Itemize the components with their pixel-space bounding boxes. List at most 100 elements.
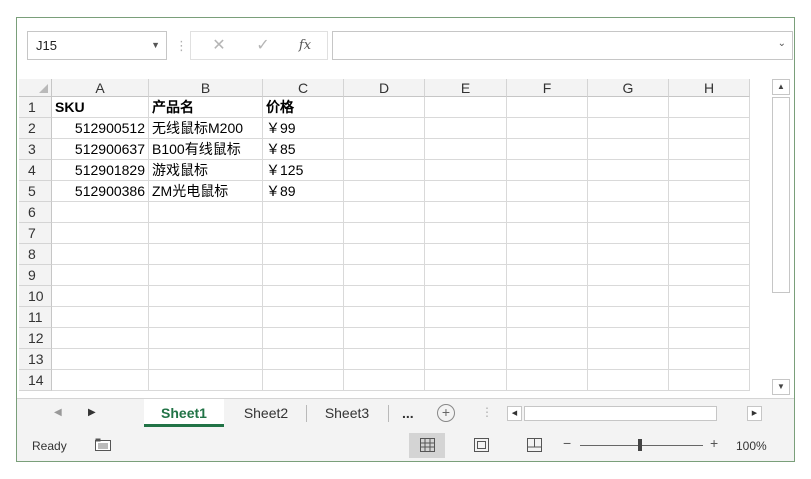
row-header[interactable]: 14 bbox=[19, 370, 52, 391]
table-cell[interactable] bbox=[507, 265, 588, 286]
scroll-right-icon[interactable]: ▶ bbox=[747, 406, 762, 421]
table-cell[interactable]: 512900512 bbox=[52, 118, 149, 139]
table-cell[interactable] bbox=[588, 328, 669, 349]
table-cell[interactable] bbox=[425, 370, 507, 391]
table-cell[interactable] bbox=[425, 139, 507, 160]
table-cell[interactable] bbox=[507, 139, 588, 160]
page-layout-view-button[interactable] bbox=[463, 433, 499, 458]
horizontal-scrollbar[interactable]: ◀ ▶ bbox=[507, 406, 762, 421]
table-cell[interactable] bbox=[507, 181, 588, 202]
select-all-corner[interactable] bbox=[19, 79, 52, 97]
scroll-down-icon[interactable]: ▼ bbox=[772, 379, 790, 395]
table-cell[interactable] bbox=[149, 286, 263, 307]
vertical-scrollbar[interactable]: ▲ ▼ bbox=[771, 79, 792, 397]
table-cell[interactable] bbox=[669, 160, 750, 181]
table-cell[interactable] bbox=[669, 328, 750, 349]
table-cell[interactable] bbox=[263, 202, 344, 223]
table-cell[interactable] bbox=[149, 223, 263, 244]
table-cell[interactable] bbox=[588, 349, 669, 370]
chevron-down-icon[interactable]: ⌄ bbox=[778, 38, 786, 49]
tab-sheet3[interactable]: Sheet3 bbox=[308, 399, 386, 427]
table-cell[interactable] bbox=[149, 307, 263, 328]
table-cell[interactable] bbox=[588, 160, 669, 181]
table-cell[interactable] bbox=[52, 307, 149, 328]
horizontal-scroll-thumb[interactable] bbox=[524, 406, 717, 421]
table-cell[interactable] bbox=[263, 223, 344, 244]
table-cell[interactable] bbox=[52, 265, 149, 286]
chevron-down-icon[interactable]: ▼ bbox=[151, 32, 160, 59]
table-cell[interactable] bbox=[588, 307, 669, 328]
table-cell[interactable] bbox=[425, 328, 507, 349]
column-header[interactable]: C bbox=[263, 79, 344, 97]
row-header[interactable]: 13 bbox=[19, 349, 52, 370]
table-cell[interactable] bbox=[507, 118, 588, 139]
table-cell[interactable]: 产品名 bbox=[149, 97, 263, 118]
table-cell[interactable] bbox=[425, 202, 507, 223]
table-cell[interactable] bbox=[669, 181, 750, 202]
table-cell[interactable] bbox=[263, 286, 344, 307]
table-cell[interactable] bbox=[263, 265, 344, 286]
table-cell[interactable]: SKU bbox=[52, 97, 149, 118]
table-cell[interactable] bbox=[425, 286, 507, 307]
row-header[interactable]: 1 bbox=[19, 97, 52, 118]
worksheet-grid[interactable]: A B C D E F G H 1 SKU 产品名 价格 2 512900512 无线鼠标M200 ￥99 3 5… bbox=[19, 79, 769, 397]
table-cell[interactable] bbox=[263, 307, 344, 328]
table-cell[interactable] bbox=[52, 286, 149, 307]
page-break-view-button[interactable] bbox=[516, 433, 552, 458]
table-cell[interactable] bbox=[425, 265, 507, 286]
name-box[interactable]: J15 ▼ bbox=[27, 31, 167, 60]
table-cell[interactable] bbox=[588, 97, 669, 118]
fx-icon[interactable]: fx bbox=[291, 34, 319, 58]
table-cell[interactable] bbox=[52, 370, 149, 391]
table-cell[interactable] bbox=[669, 307, 750, 328]
table-cell[interactable] bbox=[669, 202, 750, 223]
table-cell[interactable]: 游戏鼠标 bbox=[149, 160, 263, 181]
row-header[interactable]: 2 bbox=[19, 118, 52, 139]
table-cell[interactable] bbox=[588, 139, 669, 160]
formula-input[interactable]: ⌄ bbox=[332, 31, 793, 60]
table-cell[interactable] bbox=[507, 202, 588, 223]
check-icon[interactable]: ✓ bbox=[249, 34, 277, 58]
table-cell[interactable] bbox=[52, 202, 149, 223]
table-cell[interactable] bbox=[344, 202, 425, 223]
column-header[interactable]: H bbox=[669, 79, 750, 97]
row-header[interactable]: 4 bbox=[19, 160, 52, 181]
table-cell[interactable] bbox=[588, 286, 669, 307]
table-cell[interactable] bbox=[588, 265, 669, 286]
table-cell[interactable] bbox=[507, 244, 588, 265]
table-cell[interactable] bbox=[588, 202, 669, 223]
plus-circle-icon[interactable]: + bbox=[437, 404, 455, 422]
table-cell[interactable] bbox=[344, 349, 425, 370]
table-cell[interactable] bbox=[507, 328, 588, 349]
more-sheets-button[interactable]: ... bbox=[402, 399, 414, 427]
table-cell[interactable] bbox=[588, 223, 669, 244]
close-icon[interactable]: ✕ bbox=[205, 34, 233, 58]
scroll-left-icon[interactable]: ◀ bbox=[507, 406, 522, 421]
table-cell[interactable] bbox=[263, 370, 344, 391]
table-cell[interactable] bbox=[425, 181, 507, 202]
table-cell[interactable] bbox=[52, 349, 149, 370]
table-cell[interactable]: ZM光电鼠标 bbox=[149, 181, 263, 202]
table-cell[interactable]: 价格 bbox=[263, 97, 344, 118]
tab-scroll-left-icon[interactable]: ◀ bbox=[54, 407, 62, 418]
table-cell[interactable] bbox=[425, 244, 507, 265]
table-cell[interactable] bbox=[588, 118, 669, 139]
row-header[interactable]: 7 bbox=[19, 223, 52, 244]
table-cell[interactable] bbox=[263, 328, 344, 349]
table-cell[interactable] bbox=[425, 349, 507, 370]
table-cell[interactable] bbox=[669, 370, 750, 391]
row-header[interactable]: 5 bbox=[19, 181, 52, 202]
row-header[interactable]: 11 bbox=[19, 307, 52, 328]
column-header[interactable]: A bbox=[52, 79, 149, 97]
table-cell[interactable]: ￥125 bbox=[263, 160, 344, 181]
row-header[interactable]: 6 bbox=[19, 202, 52, 223]
table-cell[interactable] bbox=[344, 223, 425, 244]
table-cell[interactable] bbox=[149, 328, 263, 349]
table-cell[interactable] bbox=[507, 223, 588, 244]
column-header[interactable]: G bbox=[588, 79, 669, 97]
table-cell[interactable] bbox=[425, 118, 507, 139]
table-cell[interactable] bbox=[344, 244, 425, 265]
table-cell[interactable] bbox=[669, 118, 750, 139]
table-cell[interactable]: 512901829 bbox=[52, 160, 149, 181]
table-cell[interactable] bbox=[669, 349, 750, 370]
